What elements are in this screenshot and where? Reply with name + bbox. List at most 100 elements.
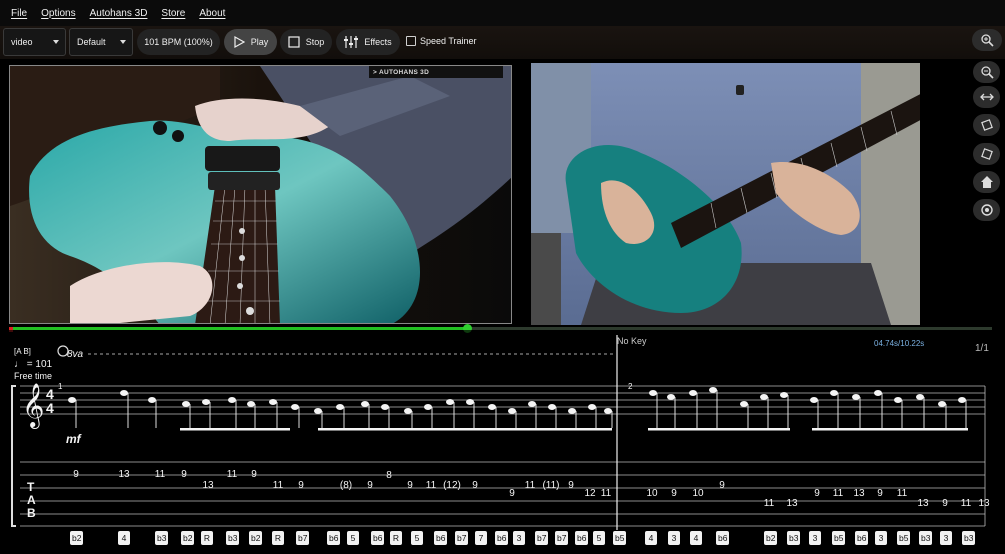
effects-button[interactable]: Effects: [336, 29, 400, 55]
scale-degree-box: b5: [613, 531, 627, 545]
menu-bar: File Options Autohans 3D Store About: [0, 0, 1005, 26]
scale-degree-box: 4: [645, 531, 657, 545]
fit-width-icon: [979, 93, 994, 101]
scale-degree-box: b3: [787, 531, 801, 545]
score-svg: 04.74s/10.22s 1/1 No Key [A B] ♩ = 101 F…: [11, 335, 990, 530]
play-button[interactable]: Play: [224, 29, 277, 55]
scale-degree-box: b2: [181, 531, 195, 545]
tab-fret-number: 9: [472, 480, 478, 491]
reset-view-button[interactable]: [973, 199, 1000, 221]
tab-fret-number: 13: [978, 498, 990, 509]
zoom-out-button[interactable]: [973, 61, 1000, 83]
time-readout: 04.74s/10.22s: [874, 339, 924, 348]
scale-degree-box: b7: [455, 531, 469, 545]
tab-fret-number: 9: [73, 469, 79, 480]
scale-degree-box: b7: [535, 531, 549, 545]
scale-degree-box: R: [390, 531, 402, 545]
preset-select[interactable]: Default: [69, 28, 133, 56]
scale-degree-box: 5: [593, 531, 605, 545]
notation-view[interactable]: 04.74s/10.22s 1/1 No Key [A B] ♩ = 101 F…: [0, 330, 1005, 554]
notehead: [466, 399, 474, 405]
notehead: [548, 404, 556, 410]
rotate-left-button[interactable]: [973, 114, 1000, 136]
notehead: [528, 401, 536, 407]
tab-fret-number: 13: [853, 488, 865, 499]
autohans-3d-view[interactable]: [9, 65, 512, 324]
menu-autohans-3d[interactable]: Autohans 3D: [83, 8, 155, 19]
tab-fret-number: 11: [833, 488, 844, 499]
scale-degree-box: b7: [296, 531, 310, 545]
fit-width-button[interactable]: [973, 86, 1000, 108]
notehead: [852, 394, 860, 400]
rotate-left-icon: [980, 119, 993, 131]
notehead: [291, 404, 299, 410]
tab-fret-number: 11: [601, 488, 612, 499]
notehead: [740, 401, 748, 407]
play-icon: [234, 36, 245, 48]
tab-clef: T: [27, 480, 35, 494]
tab-fret-number: 13: [118, 469, 130, 480]
play-label: Play: [250, 37, 269, 47]
notehead: [120, 390, 128, 396]
menu-store[interactable]: Store: [154, 8, 192, 19]
stop-label: Stop: [305, 37, 325, 47]
tab-fret-number: 9: [719, 480, 725, 491]
scale-degree-box: b3: [226, 531, 240, 545]
tab-fret-number: 9: [251, 469, 257, 480]
tab-fret-number: (8): [340, 480, 352, 491]
menu-file[interactable]: File: [4, 8, 34, 19]
notehead: [228, 397, 236, 403]
notehead: [830, 390, 838, 396]
view-select[interactable]: video: [3, 28, 66, 56]
tempo-label: 101 BPM (100%): [144, 37, 213, 47]
stop-button[interactable]: Stop: [280, 29, 332, 55]
measure-number-1: 1: [58, 382, 63, 391]
notehead: [874, 390, 882, 396]
preset-select-value: Default: [77, 37, 106, 47]
tab-fret-number: 13: [786, 498, 798, 509]
notehead: [68, 397, 76, 403]
tab-fret-number: 9: [181, 469, 187, 480]
notehead: [314, 408, 322, 414]
tab-fret-number: 11: [764, 498, 775, 509]
player-video[interactable]: [531, 63, 920, 325]
beam: [180, 428, 290, 431]
notehead: [894, 397, 902, 403]
ottava-mark: 8va: [67, 349, 84, 360]
time-feel: Free time: [14, 371, 52, 381]
scale-degree-box: R: [201, 531, 213, 545]
zoom-in-button[interactable]: [972, 29, 1002, 51]
scale-degree-box: b3: [155, 531, 169, 545]
chevron-down-icon: [53, 40, 59, 44]
scale-degree-box: b3: [919, 531, 933, 545]
notehead: [424, 404, 432, 410]
scale-degree-box: 4: [118, 531, 130, 545]
tab-fret-number: 13: [202, 480, 214, 491]
tempo-button[interactable]: 101 BPM (100%): [137, 29, 220, 55]
tab-fret-number: 13: [917, 498, 929, 509]
scale-degree-box: 7: [475, 531, 487, 545]
scale-degree-box: b2: [70, 531, 84, 545]
speed-trainer-checkbox[interactable]: [406, 36, 416, 46]
rotate-right-button[interactable]: [973, 143, 1000, 165]
notehead: [404, 408, 412, 414]
autohans-3d-badge[interactable]: > AUTOHANS 3D: [369, 66, 503, 78]
page-indicator: 1/1: [975, 343, 989, 354]
menu-about[interactable]: About: [192, 8, 232, 19]
tab-fret-number: 9: [407, 480, 413, 491]
zoom-in-icon: [981, 34, 994, 47]
guitarist-video-frame: [531, 63, 920, 325]
zoom-out-icon: [980, 66, 994, 79]
home-button[interactable]: [973, 171, 1000, 193]
beam: [648, 428, 790, 431]
scale-degree-box: b2: [764, 531, 778, 545]
scale-degree-box: b7: [555, 531, 569, 545]
scale-degree-box: b6: [575, 531, 589, 545]
tab-clef: B: [27, 506, 36, 520]
scale-degree-box: 3: [809, 531, 821, 545]
menu-options[interactable]: Options: [34, 8, 82, 19]
tab-fret-number: 9: [367, 480, 373, 491]
speed-trainer-label: Speed Trainer: [420, 36, 477, 46]
notehead: [649, 390, 657, 396]
notehead: [667, 394, 675, 400]
